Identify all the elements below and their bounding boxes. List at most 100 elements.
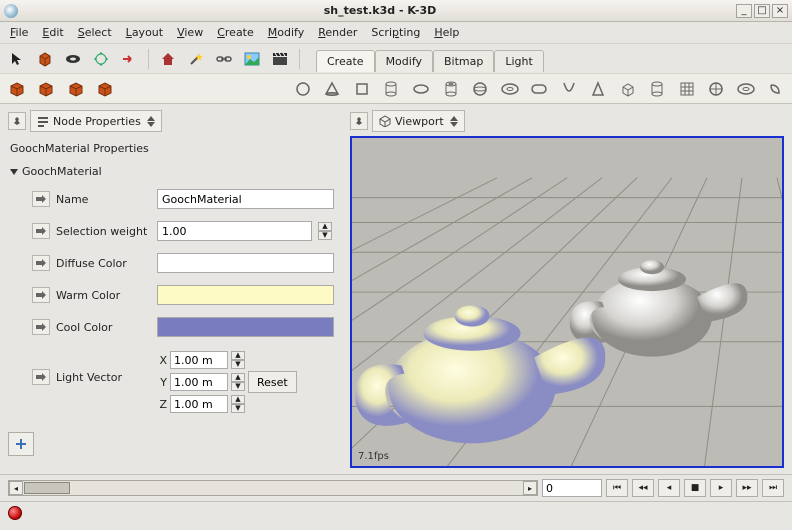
timeline-scrollbar[interactable]: ◂ ▸ xyxy=(8,480,538,496)
light-vector-x-input[interactable] xyxy=(170,351,228,369)
forward-end-button[interactable]: ⏭ xyxy=(762,479,784,497)
orbit-tool-icon[interactable] xyxy=(90,48,112,70)
light-vector-z-input[interactable] xyxy=(170,395,228,413)
minimize-button[interactable]: _ xyxy=(736,4,752,18)
play-button[interactable]: ▸ xyxy=(710,479,732,497)
property-plug-icon[interactable] xyxy=(32,287,50,303)
menu-scripting[interactable]: Scripting xyxy=(365,24,426,41)
app-icon xyxy=(4,4,18,18)
tab-bitmap[interactable]: Bitmap xyxy=(433,50,494,72)
viewport-3d[interactable]: 7.1fps xyxy=(350,136,784,468)
create-cube3-icon[interactable] xyxy=(65,78,87,100)
viewport-selector-dropdown[interactable]: Viewport xyxy=(372,110,465,132)
property-plug-icon[interactable] xyxy=(32,255,50,271)
separator xyxy=(299,49,300,69)
y-spinner[interactable]: ▲▼ xyxy=(231,373,245,391)
cool-color-label: Cool Color xyxy=(56,321,151,334)
pin-icon[interactable] xyxy=(350,112,368,130)
menu-render[interactable]: Render xyxy=(312,24,363,41)
prim-knot-icon[interactable] xyxy=(765,78,787,100)
tab-create[interactable]: Create xyxy=(316,50,375,72)
cool-color-swatch[interactable] xyxy=(157,317,334,337)
pin-icon[interactable] xyxy=(8,112,26,130)
scroll-left-icon[interactable]: ◂ xyxy=(9,481,23,495)
scroll-right-icon[interactable]: ▸ xyxy=(523,481,537,495)
add-property-button[interactable] xyxy=(8,432,34,456)
timeline: ◂ ▸ ⏮ ◂◂ ◂ ■ ▸ ▸▸ ⏭ xyxy=(0,474,792,501)
fast-forward-button[interactable]: ▸▸ xyxy=(736,479,758,497)
menu-view[interactable]: View xyxy=(171,24,209,41)
tab-light[interactable]: Light xyxy=(494,50,543,72)
menu-edit[interactable]: Edit xyxy=(36,24,69,41)
panel-selector-dropdown[interactable]: Node Properties xyxy=(30,110,162,132)
record-icon[interactable] xyxy=(8,506,22,520)
property-plug-icon[interactable] xyxy=(32,191,50,207)
create-cube4-icon[interactable] xyxy=(95,78,117,100)
menu-layout[interactable]: Layout xyxy=(120,24,169,41)
play-back-button[interactable]: ◂ xyxy=(658,479,680,497)
cube-tool-icon[interactable] xyxy=(34,48,56,70)
prim-torus2-icon[interactable] xyxy=(735,78,757,100)
diffuse-color-label: Diffuse Color xyxy=(56,257,151,270)
statusbar xyxy=(0,501,792,523)
main-area: Node Properties GoochMaterial Properties… xyxy=(0,104,792,474)
menu-create[interactable]: Create xyxy=(211,24,260,41)
arrow-tool-icon[interactable] xyxy=(118,48,140,70)
z-spinner[interactable]: ▲▼ xyxy=(231,395,245,413)
properties-icon xyxy=(37,115,49,127)
prim-disk-icon[interactable] xyxy=(410,78,432,100)
wand-icon[interactable] xyxy=(185,48,207,70)
prim-circle-icon[interactable] xyxy=(292,78,314,100)
titlebar: sh_test.k3d - K-3D _ □ × xyxy=(0,0,792,22)
window-title: sh_test.k3d - K-3D xyxy=(24,4,736,17)
menu-modify[interactable]: Modify xyxy=(262,24,310,41)
clapper-icon[interactable] xyxy=(269,48,291,70)
prim-grid-icon[interactable] xyxy=(676,78,698,100)
reset-button[interactable]: Reset xyxy=(248,371,297,393)
prim-sphere2-icon[interactable] xyxy=(706,78,728,100)
prim-cylinder2-icon[interactable] xyxy=(647,78,669,100)
prim-tube-icon[interactable] xyxy=(440,78,462,100)
prim-paraboloid-icon[interactable] xyxy=(558,78,580,100)
stop-button[interactable]: ■ xyxy=(684,479,706,497)
prim-cube-icon[interactable] xyxy=(617,78,639,100)
disclosure-triangle-icon xyxy=(10,169,18,175)
rewind-start-button[interactable]: ⏮ xyxy=(606,479,628,497)
property-plug-icon[interactable] xyxy=(32,369,50,385)
x-spinner[interactable]: ▲▼ xyxy=(231,351,245,369)
rewind-button[interactable]: ◂◂ xyxy=(632,479,654,497)
warm-color-swatch[interactable] xyxy=(157,285,334,305)
create-toolbar xyxy=(0,74,792,104)
property-plug-icon[interactable] xyxy=(32,223,50,239)
scroll-thumb[interactable] xyxy=(24,482,70,494)
menu-select[interactable]: Select xyxy=(72,24,118,41)
maximize-button[interactable]: □ xyxy=(754,4,770,18)
tab-modify[interactable]: Modify xyxy=(375,50,433,72)
prim-box-icon[interactable] xyxy=(351,78,373,100)
prim-cylinder-icon[interactable] xyxy=(381,78,403,100)
selection-weight-spinner[interactable]: ▲▼ xyxy=(318,222,332,240)
selection-weight-input[interactable] xyxy=(157,221,312,241)
frame-input[interactable] xyxy=(542,479,602,497)
scene-icon[interactable] xyxy=(241,48,263,70)
diffuse-color-swatch[interactable] xyxy=(157,253,334,273)
light-vector-y-input[interactable] xyxy=(170,373,228,391)
link-icon[interactable] xyxy=(213,48,235,70)
prim-capsule-icon[interactable] xyxy=(528,78,550,100)
name-input[interactable] xyxy=(157,189,334,209)
separator xyxy=(148,49,149,69)
section-header[interactable]: GoochMaterial xyxy=(10,165,334,178)
property-plug-icon[interactable] xyxy=(32,319,50,335)
menu-help[interactable]: Help xyxy=(428,24,465,41)
pointer-tool-icon[interactable] xyxy=(6,48,28,70)
prim-cone2-icon[interactable] xyxy=(587,78,609,100)
prim-cone-icon[interactable] xyxy=(322,78,344,100)
close-button[interactable]: × xyxy=(772,4,788,18)
prim-sphere-icon[interactable] xyxy=(469,78,491,100)
menu-file[interactable]: File xyxy=(4,24,34,41)
torus-tool-icon[interactable] xyxy=(62,48,84,70)
create-cube2-icon[interactable] xyxy=(36,78,58,100)
prim-torus-icon[interactable] xyxy=(499,78,521,100)
home-icon[interactable] xyxy=(157,48,179,70)
create-cube-icon[interactable] xyxy=(6,78,28,100)
